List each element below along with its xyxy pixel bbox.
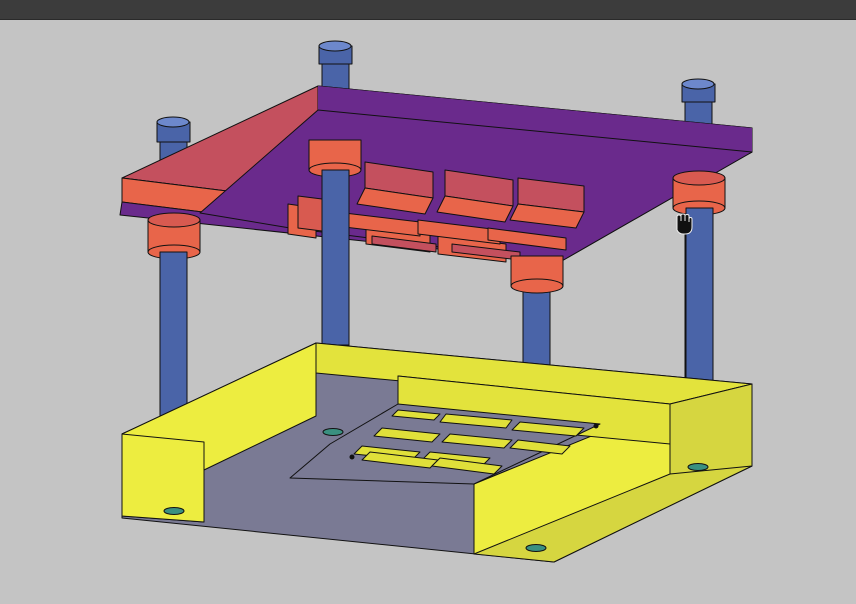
- pin-hole: [593, 423, 599, 429]
- guide-post-front-left[interactable]: [159, 251, 188, 423]
- punch-block: [509, 177, 585, 229]
- bolt-hole: [163, 507, 185, 515]
- window-title-bar: [0, 0, 856, 20]
- guide-post-right-lower[interactable]: [685, 207, 714, 385]
- bolt-hole: [322, 428, 344, 436]
- bolt-hole: [525, 544, 547, 552]
- bolt-hole: [687, 463, 709, 471]
- guide-post-front-center[interactable]: [510, 255, 564, 369]
- guide-post-center-lower[interactable]: [321, 169, 350, 346]
- pin-hole: [349, 454, 355, 460]
- cad-3d-viewport[interactable]: [0, 20, 856, 604]
- model-canvas[interactable]: [0, 20, 856, 604]
